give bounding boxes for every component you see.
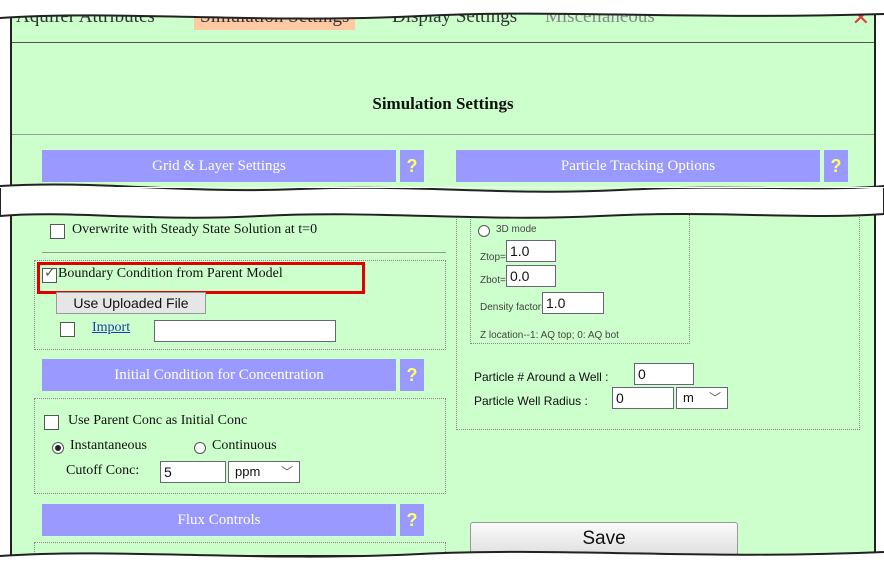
initial-condition-help-icon[interactable]: ? (396, 359, 424, 391)
zbot-label: Zbot= (480, 275, 506, 286)
cutoff-conc-label: Cutoff Conc: (66, 463, 140, 478)
flux-help-icon[interactable]: ? (396, 504, 424, 536)
well-radius-unit-value: m (683, 390, 694, 405)
grid-layer-settings-header[interactable]: Grid & Layer Settings (42, 150, 396, 182)
use-uploaded-file-button[interactable]: Use Uploaded File (56, 292, 206, 314)
tab-bar: Aquifer Attributes Simulation Settings D… (12, 2, 874, 40)
tab-divider (12, 42, 874, 43)
cutoff-unit-select[interactable]: ppm ﹀ (228, 461, 300, 483)
close-icon[interactable]: ✕ (852, 6, 870, 31)
parent-conc-label: Use Parent Conc as Initial Conc (68, 413, 248, 428)
import-checkbox[interactable] (60, 322, 75, 337)
ztop-label: Ztop= (480, 252, 506, 263)
tab-simulation-settings[interactable]: Simulation Settings (194, 4, 356, 30)
initial-condition-header[interactable]: Initial Condition for Concentration (42, 359, 396, 391)
settings-window: Aquifer Attributes Simulation Settings D… (10, 0, 876, 557)
particles-around-well-label: Particle # Around a Well : (474, 370, 609, 384)
3d-mode-radio[interactable] (478, 225, 490, 237)
particle-help-icon[interactable]: ? (820, 150, 848, 182)
ztop-input[interactable]: 1.0 (506, 240, 556, 262)
continuous-radio[interactable] (194, 442, 206, 454)
tab-aquifer-attributes[interactable]: Aquifer Attributes (16, 6, 155, 28)
save-button[interactable]: Save (470, 522, 738, 555)
instantaneous-radio[interactable] (52, 442, 64, 454)
particle-well-radius-label: Particle Well Radius : (474, 394, 588, 408)
particle-tracking-header[interactable]: Particle Tracking Options (456, 150, 820, 182)
flux-section (34, 542, 446, 555)
chevron-down-icon: ﹀ (280, 465, 293, 479)
grid-help-icon[interactable]: ? (396, 150, 424, 182)
cutoff-conc-input[interactable]: 5 (160, 461, 226, 483)
continuous-label: Continuous (212, 438, 277, 453)
boundary-condition-label: Boundary Condition from Parent Model (58, 266, 283, 281)
3d-mode-label: 3D mode (496, 224, 537, 235)
boundary-condition-checkbox[interactable] (42, 265, 57, 283)
tab-display-settings[interactable]: Display Settings (392, 6, 517, 28)
section-divider (42, 252, 446, 253)
chevron-down-icon: ﹀ (708, 391, 721, 405)
import-link[interactable]: Import (92, 320, 130, 336)
well-radius-unit-select[interactable]: m ﹀ (676, 387, 728, 409)
overwrite-steady-state-label: Overwrite with Steady State Solution at … (72, 222, 318, 237)
flux-controls-header[interactable]: Flux Controls (42, 504, 396, 536)
page-title: Simulation Settings (372, 94, 514, 113)
tab-miscellaneous[interactable]: Miscellaneous (545, 6, 655, 28)
density-factor-label: Density factor= (480, 302, 547, 313)
zbot-input[interactable]: 0.0 (506, 265, 556, 287)
z-location-note: Z location--1: AQ top; 0: AQ bot (480, 330, 619, 341)
overwrite-steady-state-checkbox[interactable] (50, 224, 65, 239)
particle-well-radius-input[interactable]: 0 (612, 387, 674, 409)
cutoff-unit-value: ppm (235, 464, 261, 479)
import-input[interactable] (154, 320, 336, 342)
instantaneous-label: Instantaneous (70, 438, 147, 453)
particles-around-well-input[interactable]: 0 (634, 363, 694, 385)
density-factor-input[interactable]: 1.0 (542, 292, 604, 314)
parent-conc-checkbox[interactable] (44, 415, 59, 430)
title-divider (12, 134, 874, 135)
